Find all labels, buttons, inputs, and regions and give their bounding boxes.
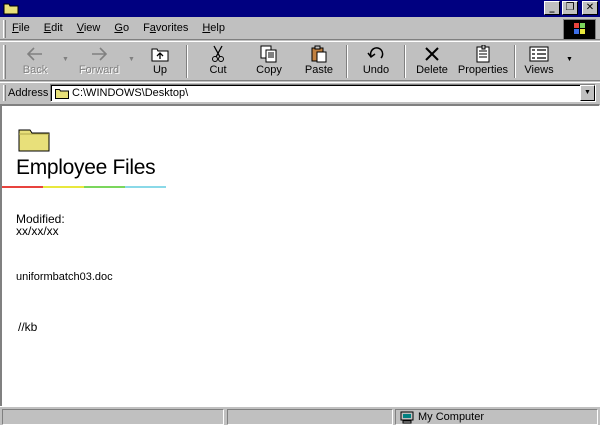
- address-label: Address: [8, 87, 49, 99]
- close-button[interactable]: ✕: [582, 1, 598, 15]
- address-bar: Address C:\WINDOWS\Desktop\ ▼: [0, 82, 600, 102]
- windows-logo-throbber: [563, 19, 596, 40]
- paste-button[interactable]: Paste: [296, 44, 342, 80]
- folder-title: Employee Files: [16, 156, 156, 179]
- copy-button[interactable]: Copy: [246, 44, 292, 80]
- title-bar: _ ❐ ✕: [0, 0, 600, 17]
- folder-icon: [3, 3, 19, 15]
- forward-button[interactable]: Forward: [72, 44, 126, 80]
- restore-button[interactable]: ❐: [562, 1, 578, 15]
- menu-view[interactable]: View: [77, 22, 101, 34]
- minimize-button[interactable]: _: [544, 1, 560, 15]
- rainbow-green-segment: [84, 186, 125, 188]
- status-pane-zone: My Computer: [395, 409, 598, 425]
- file-name[interactable]: uniformbatch03.doc: [16, 271, 113, 283]
- forward-arrow-icon: [92, 47, 108, 61]
- properties-icon: [476, 45, 490, 63]
- toolbar-grip[interactable]: [3, 45, 6, 79]
- status-pane-main: [2, 409, 224, 425]
- folder-icon: [18, 129, 50, 152]
- back-dropdown-arrow[interactable]: ▼: [62, 56, 69, 63]
- rainbow-cyan-segment: [125, 186, 166, 188]
- delete-x-icon: [425, 47, 439, 61]
- up-button[interactable]: Up: [140, 44, 180, 80]
- computer-icon: [400, 411, 414, 424]
- toolbar-separator: [186, 45, 188, 78]
- properties-button[interactable]: Properties: [456, 44, 510, 80]
- menu-help[interactable]: Help: [202, 22, 225, 34]
- back-arrow-icon: [26, 47, 42, 61]
- cut-button[interactable]: Cut: [196, 44, 240, 80]
- menu-go[interactable]: Go: [114, 22, 129, 34]
- forward-dropdown-arrow[interactable]: ▼: [128, 56, 135, 63]
- toolbar-separator: [514, 45, 516, 78]
- copy-icon: [260, 45, 277, 63]
- rainbow-red-segment: [2, 186, 43, 188]
- address-dropdown-button[interactable]: ▼: [580, 85, 595, 101]
- standard-toolbar: Back ▼ Forward ▼ Up Cut Copy Paste Undo …: [0, 41, 600, 81]
- menu-bar: File Edit View Go Favorites Help: [0, 18, 600, 40]
- menu-edit[interactable]: Edit: [44, 22, 63, 34]
- undo-button[interactable]: Undo: [354, 44, 398, 80]
- rainbow-divider: [2, 186, 166, 188]
- views-button[interactable]: Views: [518, 44, 560, 80]
- author-initials: //kb: [18, 320, 38, 334]
- windows-logo-icon: [574, 23, 585, 34]
- modified-value: xx/xx/xx: [16, 224, 59, 238]
- address-input[interactable]: C:\WINDOWS\Desktop\ ▼: [50, 84, 596, 102]
- status-pane-size: [227, 409, 393, 425]
- undo-icon: [367, 47, 384, 59]
- delete-button[interactable]: Delete: [410, 44, 454, 80]
- address-value: C:\WINDOWS\Desktop\: [72, 87, 189, 99]
- menu-file[interactable]: File: [12, 22, 30, 34]
- folder-icon: [55, 89, 69, 99]
- status-bar: My Computer: [0, 406, 600, 425]
- address-grip[interactable]: [3, 85, 6, 101]
- menu-favorites[interactable]: Favorites: [143, 22, 188, 34]
- folder-view-pane: Employee Files Modified: xx/xx/xx unifor…: [0, 104, 600, 406]
- views-icon: [529, 46, 549, 62]
- menu-grip[interactable]: [3, 20, 6, 38]
- views-dropdown-arrow[interactable]: ▼: [566, 56, 573, 63]
- up-folder-icon: [151, 48, 169, 62]
- back-button[interactable]: Back: [12, 44, 58, 80]
- toolbar-separator: [404, 45, 406, 78]
- toolbar-separator: [346, 45, 348, 78]
- rainbow-yellow-segment: [43, 186, 84, 188]
- scissors-icon: [212, 45, 224, 62]
- paste-icon: [311, 45, 327, 63]
